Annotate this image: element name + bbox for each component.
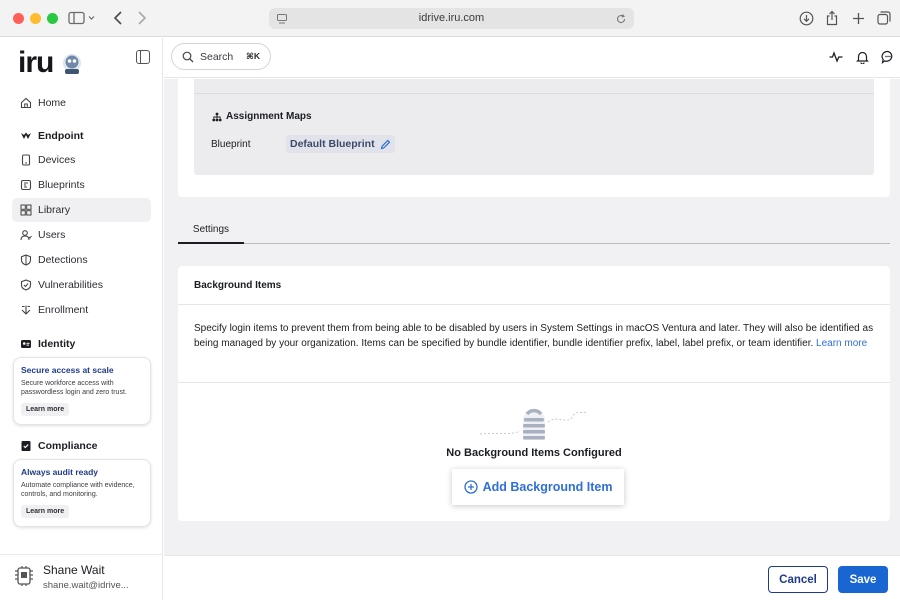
pencil-icon[interactable] bbox=[380, 139, 391, 150]
browser-toolbar: idrive.iru.com bbox=[0, 0, 900, 37]
sidebar: iru Home Endpoint Devices Blueprints Lib… bbox=[0, 38, 163, 600]
identity-icon bbox=[20, 338, 32, 350]
compliance-icon bbox=[20, 440, 32, 452]
promo-title: Secure access at scale bbox=[21, 365, 114, 375]
sidebar-section-compliance[interactable]: Compliance bbox=[20, 440, 98, 452]
learn-more-link[interactable]: Learn more bbox=[816, 338, 867, 349]
endpoint-icon bbox=[20, 130, 32, 142]
search-shortcut: ⌘K bbox=[245, 51, 260, 61]
save-button[interactable]: Save bbox=[838, 566, 888, 593]
sidebar-item-vulnerabilities[interactable]: Vulnerabilities bbox=[12, 273, 151, 297]
search-icon bbox=[182, 51, 194, 63]
url-text: idrive.iru.com bbox=[418, 12, 485, 24]
blueprint-value: Default Blueprint bbox=[290, 138, 375, 150]
activity-icon[interactable] bbox=[829, 50, 843, 64]
sidebar-item-enrollment[interactable]: Enrollment bbox=[12, 298, 151, 322]
brand-mascot-icon bbox=[63, 54, 81, 74]
blueprint-chip[interactable]: Default Blueprint bbox=[286, 135, 395, 153]
divider bbox=[178, 382, 890, 383]
sidebar-item-label: Home bbox=[38, 97, 67, 109]
library-item-details-card: Assignment Maps Blueprint Default Bluepr… bbox=[178, 79, 890, 197]
sidebar-section-endpoint[interactable]: Endpoint bbox=[20, 130, 84, 142]
sidebar-item-users[interactable]: Users bbox=[12, 223, 151, 247]
promo-body: Secure workforce access with passwordles… bbox=[21, 380, 127, 396]
compliance-promo-card: Always audit ready Automate compliance w… bbox=[13, 459, 151, 527]
devices-icon bbox=[20, 154, 32, 166]
users-icon bbox=[20, 229, 32, 241]
shield-icon bbox=[20, 254, 32, 266]
share-icon[interactable] bbox=[824, 9, 840, 27]
user-profile[interactable]: Shane Wait shane.wait@idrive... bbox=[0, 554, 163, 600]
blueprints-icon bbox=[20, 179, 32, 191]
empty-state-text: No Background Items Configured bbox=[446, 447, 622, 459]
sidebar-item-blueprints[interactable]: Blueprints bbox=[12, 173, 151, 197]
main-content: Assignment Maps Blueprint Default Bluepr… bbox=[164, 79, 900, 555]
background-items-card: Background Items Specify login items to … bbox=[178, 266, 890, 521]
cancel-button[interactable]: Cancel bbox=[768, 566, 828, 593]
add-background-item-button[interactable]: Add Background Item bbox=[452, 469, 624, 505]
section-title: Background Items bbox=[194, 280, 282, 291]
sidebar-section-identity[interactable]: Identity bbox=[20, 338, 75, 350]
user-email: shane.wait@idrive... bbox=[43, 580, 129, 591]
shield-check-icon bbox=[20, 279, 32, 291]
tab-overview-icon[interactable] bbox=[876, 9, 892, 27]
bell-icon[interactable] bbox=[855, 50, 869, 64]
promo-title: Always audit ready bbox=[21, 467, 99, 477]
tab-settings[interactable]: Settings bbox=[178, 221, 244, 244]
empty-state-illustration bbox=[479, 408, 587, 440]
home-icon bbox=[20, 97, 32, 109]
sidebar-toggle-icon[interactable] bbox=[67, 9, 97, 27]
close-window-button[interactable] bbox=[13, 13, 24, 24]
assignment-maps-title: Assignment Maps bbox=[212, 111, 312, 122]
collapse-sidebar-icon[interactable] bbox=[136, 50, 150, 64]
identity-learn-more-button[interactable]: Learn more bbox=[21, 403, 70, 416]
hierarchy-icon bbox=[212, 112, 222, 122]
promo-body: Automate compliance with evidence, contr… bbox=[21, 482, 135, 498]
tab-bar: Settings bbox=[178, 221, 890, 244]
address-bar[interactable]: idrive.iru.com bbox=[269, 8, 634, 29]
reload-icon[interactable] bbox=[615, 12, 627, 30]
new-tab-icon[interactable] bbox=[850, 9, 866, 27]
sidebar-item-detections[interactable]: Detections bbox=[12, 248, 151, 272]
identity-promo-card: Secure access at scale Secure workforce … bbox=[13, 357, 151, 425]
avatar bbox=[15, 566, 33, 586]
divider bbox=[178, 304, 890, 305]
chat-icon[interactable] bbox=[881, 50, 895, 64]
library-icon bbox=[20, 204, 32, 216]
sidebar-item-home[interactable]: Home bbox=[12, 91, 151, 115]
divider bbox=[194, 93, 874, 94]
sidebar-item-devices[interactable]: Devices bbox=[12, 148, 151, 172]
compliance-learn-more-button[interactable]: Learn more bbox=[21, 505, 70, 518]
zoom-window-button[interactable] bbox=[47, 13, 58, 24]
app-topbar: Search ⌘K bbox=[164, 38, 900, 78]
plus-circle-icon bbox=[463, 480, 478, 494]
enrollment-icon bbox=[20, 304, 32, 316]
section-description: Specify login items to prevent them from… bbox=[194, 323, 874, 349]
brand-logo[interactable]: iru bbox=[18, 46, 54, 80]
search-label: Search bbox=[200, 50, 234, 63]
blueprint-label: Blueprint bbox=[211, 139, 251, 150]
downloads-icon[interactable] bbox=[798, 9, 814, 27]
back-icon[interactable] bbox=[111, 9, 125, 27]
sidebar-item-library[interactable]: Library bbox=[12, 198, 151, 222]
user-name: Shane Wait bbox=[43, 563, 105, 577]
search-button[interactable]: Search ⌘K bbox=[171, 43, 271, 70]
assignment-maps-panel: Assignment Maps Blueprint Default Bluepr… bbox=[194, 79, 874, 175]
forward-icon[interactable] bbox=[135, 9, 149, 27]
action-footer: Cancel Save bbox=[164, 555, 900, 600]
minimize-window-button[interactable] bbox=[30, 13, 41, 24]
